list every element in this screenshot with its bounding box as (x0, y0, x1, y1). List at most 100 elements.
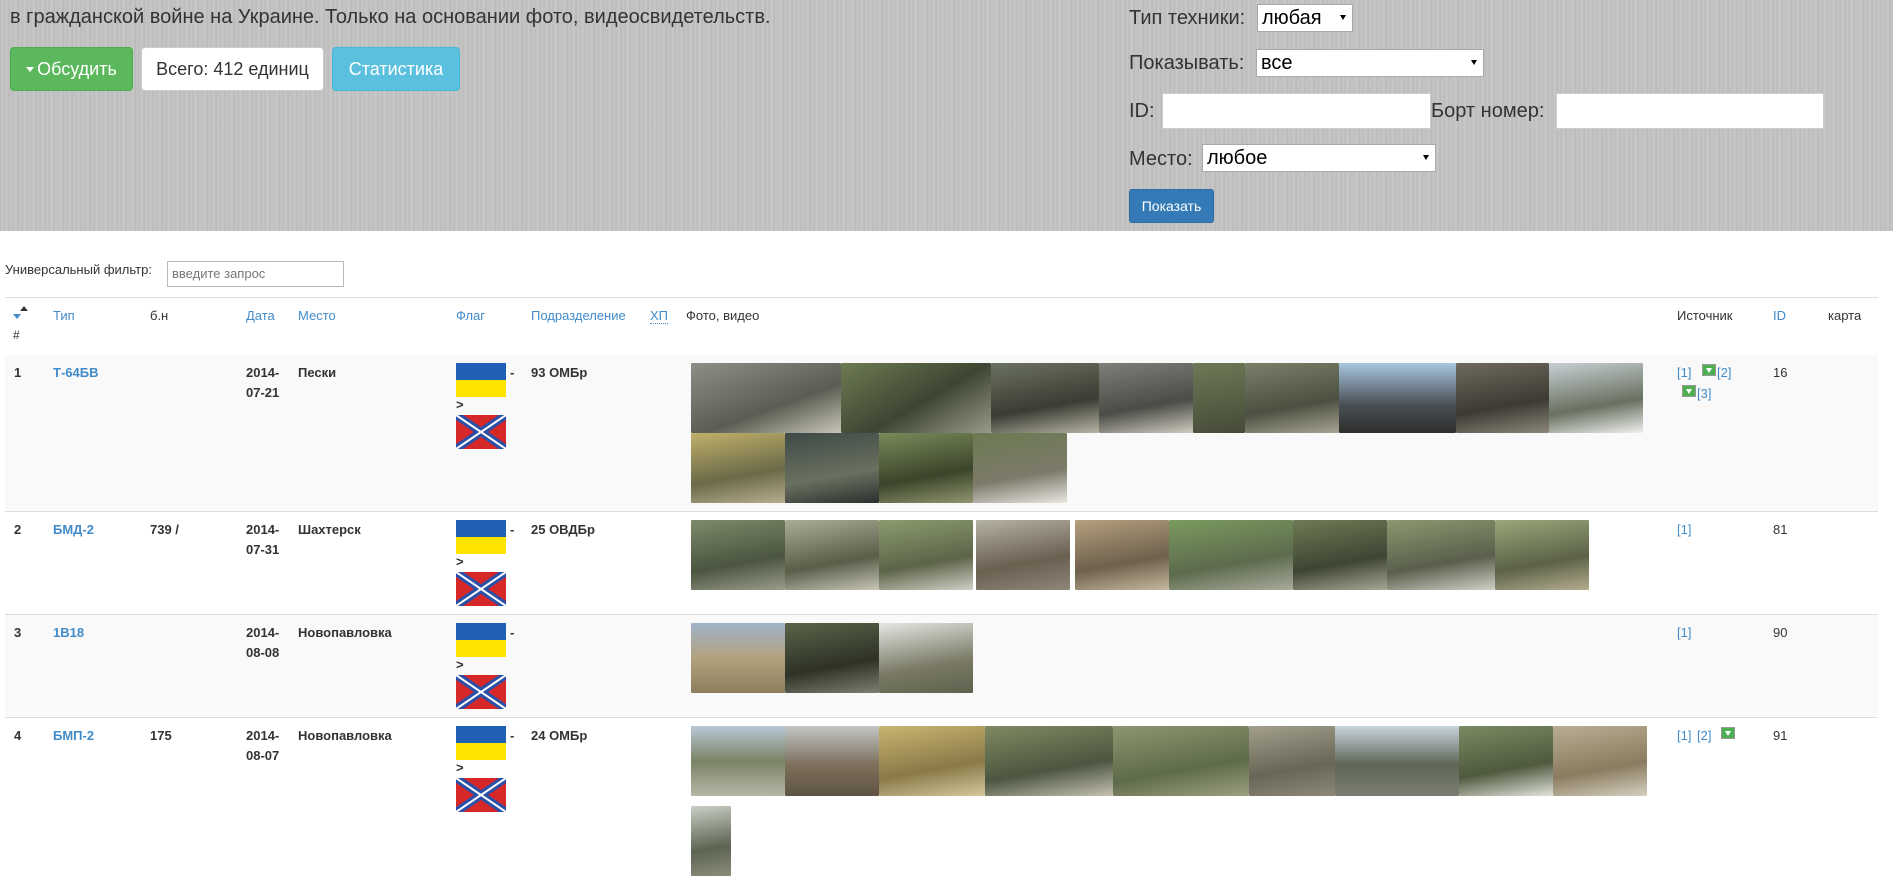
row-place: Новопавловка (298, 728, 392, 743)
novorossiya-flag-icon (456, 572, 506, 606)
photo-thumbnail[interactable] (691, 806, 731, 876)
photo-thumbnail[interactable] (879, 623, 973, 693)
photo-thumbnail[interactable] (976, 520, 1070, 590)
novorossiya-flag-icon (456, 778, 506, 812)
photo-thumbnail[interactable] (1169, 520, 1293, 590)
source-link-1[interactable]: [1] (1677, 363, 1691, 383)
dropdown-arrow-icon (1471, 60, 1477, 65)
photo-thumbnail[interactable] (1249, 726, 1335, 796)
source-link-1[interactable]: [1] (1677, 520, 1691, 540)
photo-thumbnail[interactable] (1553, 726, 1647, 796)
board-number-input[interactable] (1556, 93, 1824, 129)
row-type-link[interactable]: 1В18 (53, 623, 84, 643)
column-board: б.н (150, 308, 169, 323)
flag-separator: - (510, 365, 515, 380)
type-label: Тип техники: (1129, 7, 1246, 29)
download-icon[interactable] (1682, 385, 1696, 397)
column-date[interactable]: Дата (246, 308, 275, 323)
column-num: # (13, 328, 20, 342)
photo-thumbnail[interactable] (973, 433, 1067, 503)
photo-thumbnail[interactable] (1456, 363, 1549, 433)
photo-thumbnail[interactable] (1459, 726, 1553, 796)
column-flag[interactable]: Флаг (456, 308, 485, 323)
photo-thumbnail[interactable] (1495, 520, 1589, 590)
photo-thumbnail[interactable] (1113, 726, 1249, 796)
row-board: 739 / (150, 522, 179, 537)
show-select[interactable]: все (1256, 49, 1484, 77)
id-label: ID: (1129, 100, 1155, 122)
row-board: 175 (150, 728, 172, 743)
row-unit: 25 ОВДБр (531, 522, 595, 537)
id-input[interactable] (1162, 93, 1431, 129)
photo-thumbnail[interactable] (691, 623, 785, 693)
photo-thumbnail[interactable] (1099, 363, 1193, 433)
row-date: 2014-07-31 (246, 522, 280, 557)
photo-thumbnail[interactable] (1387, 520, 1495, 590)
photo-thumbnail[interactable] (1339, 363, 1456, 433)
show-button[interactable]: Показать (1129, 189, 1214, 223)
flag-arrow: > (456, 554, 464, 569)
photo-thumbnail[interactable] (691, 520, 785, 590)
place-select[interactable]: любое (1202, 144, 1436, 172)
photo-thumbnail[interactable] (1193, 363, 1245, 433)
row-place: Пески (298, 365, 337, 380)
column-hp[interactable]: ХП (650, 308, 669, 324)
source-link-2[interactable]: [2] (1717, 363, 1731, 383)
photo-thumbnail[interactable] (1549, 363, 1643, 433)
show-label: Показывать: (1129, 52, 1245, 74)
statistics-button[interactable]: Статистика (332, 47, 460, 91)
type-select[interactable]: любая (1257, 4, 1353, 32)
source-link-1[interactable]: [1] (1677, 623, 1691, 643)
sort-control[interactable]: # (13, 306, 29, 346)
row-unit: 24 ОМБр (531, 728, 588, 743)
column-id[interactable]: ID (1773, 308, 1786, 323)
flag-separator: - (510, 522, 515, 537)
photo-thumbnail[interactable] (879, 726, 985, 796)
ukraine-flag-icon (456, 520, 506, 554)
sort-up-icon (20, 306, 28, 311)
flag-arrow: > (456, 397, 464, 412)
table-row: 3 1В18 2014-08-08 Новопавловка - > [1] 9… (5, 615, 1878, 718)
photo-thumbnail[interactable] (691, 433, 785, 503)
ukraine-flag-icon (456, 363, 506, 397)
column-place[interactable]: Место (298, 308, 336, 323)
photo-thumbnail[interactable] (691, 726, 785, 796)
column-type[interactable]: Тип (53, 308, 75, 323)
source-link-3[interactable]: [3] (1697, 384, 1711, 404)
photo-thumbnail[interactable] (785, 623, 879, 693)
download-icon[interactable] (1721, 727, 1735, 739)
download-icon[interactable] (1702, 364, 1716, 376)
photo-thumbnail[interactable] (985, 726, 1113, 796)
discuss-button[interactable]: Обсудить (10, 47, 133, 91)
table-row: 4 БМП-2 175 2014-08-07 Новопавловка - > … (5, 718, 1878, 876)
row-type-link[interactable]: Т-64БВ (53, 363, 98, 383)
photo-thumbnail[interactable] (879, 433, 973, 503)
universal-filter-input[interactable]: введите запрос (167, 261, 344, 287)
photo-thumbnail[interactable] (785, 726, 879, 796)
source-link-1[interactable]: [1] (1677, 726, 1691, 746)
ukraine-flag-icon (456, 623, 506, 657)
photo-thumbnail[interactable] (1075, 520, 1169, 590)
row-type-link[interactable]: БМД-2 (53, 520, 94, 540)
novorossiya-flag-icon (456, 675, 506, 709)
photo-thumbnail[interactable] (879, 520, 973, 590)
flag-arrow: > (456, 760, 464, 775)
photo-thumbnail[interactable] (691, 363, 841, 433)
source-link-2[interactable]: [2] (1697, 726, 1711, 746)
row-date: 2014-08-07 (246, 728, 280, 763)
column-unit[interactable]: Подразделение (531, 308, 626, 323)
photo-thumbnail[interactable] (785, 520, 879, 590)
photo-thumbnail[interactable] (1293, 520, 1387, 590)
sort-down-icon (13, 314, 21, 319)
type-select-value: любая (1262, 7, 1322, 29)
row-type-link[interactable]: БМП-2 (53, 726, 94, 746)
photo-thumbnail[interactable] (785, 433, 879, 503)
photo-thumbnail[interactable] (1245, 363, 1339, 433)
photo-thumbnail[interactable] (841, 363, 991, 433)
caret-down-icon (26, 66, 35, 72)
dropdown-arrow-icon (1423, 155, 1429, 160)
total-count-button[interactable]: Всего: 412 единиц (141, 47, 324, 91)
photo-thumbnail[interactable] (991, 363, 1099, 433)
row-num: 4 (14, 728, 22, 743)
photo-thumbnail[interactable] (1335, 726, 1459, 796)
